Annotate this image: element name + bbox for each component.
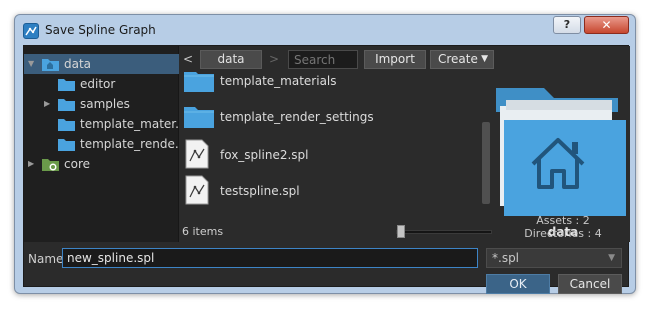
core-folder-icon <box>42 159 59 171</box>
file-name: testspline.spl <box>220 184 300 198</box>
create-button[interactable]: Create ▼ <box>430 50 494 69</box>
spline-file-icon <box>185 139 209 169</box>
window-title: Save Spline Graph <box>45 23 156 37</box>
tree-item-core[interactable]: ▶ core <box>24 154 179 174</box>
forward-button[interactable]: > <box>268 51 280 67</box>
tree-item-label: template_rende... <box>80 137 179 151</box>
file-type-select[interactable]: *.spl ▼ <box>486 248 622 268</box>
create-button-label: Create <box>438 52 478 66</box>
folder-icon <box>184 72 214 92</box>
folder-icon <box>58 119 75 131</box>
folder-preview-icon <box>496 88 626 216</box>
preview-assets-count: Assets : 2 <box>536 214 590 227</box>
folder-icon <box>58 139 75 151</box>
expand-arrow-icon[interactable]: ▶ <box>44 98 54 110</box>
name-label: Name <box>28 252 64 266</box>
dialog-body: ▼ data editor ▶ samples template_mater..… <box>23 45 630 294</box>
help-button[interactable]: ? <box>553 16 581 34</box>
save-spline-graph-dialog: Save Spline Graph ? ✕ ▼ data editor ▶ sa… <box>14 14 636 294</box>
tree-item-editor[interactable]: editor <box>24 74 179 94</box>
tree-item-label: editor <box>80 77 116 91</box>
zoom-slider[interactable] <box>396 230 492 234</box>
tree-item-template-render[interactable]: template_rende... <box>24 134 179 154</box>
ok-button[interactable]: OK <box>486 274 550 294</box>
app-icon <box>23 23 39 39</box>
spline-file-icon <box>185 175 209 205</box>
expand-arrow-icon[interactable]: ▶ <box>28 158 38 170</box>
list-item[interactable]: fox_spline2.spl <box>180 136 485 172</box>
tree-item-label: core <box>64 157 90 171</box>
directory-tree[interactable]: ▼ data editor ▶ samples template_mater..… <box>24 46 179 242</box>
import-button[interactable]: Import <box>364 50 426 69</box>
dropdown-arrow-icon: ▼ <box>608 253 615 263</box>
tree-item-template-materials[interactable]: template_mater... <box>24 114 179 134</box>
vertical-scrollbar[interactable] <box>482 122 490 204</box>
title-bar[interactable]: Save Spline Graph ? ✕ <box>15 15 635 45</box>
preview-directories-count: Directories : 4 <box>524 227 602 240</box>
tree-item-label: data <box>64 57 92 71</box>
file-type-value: *.spl <box>492 251 520 265</box>
folder-icon <box>58 79 75 91</box>
folder-icon <box>42 59 59 71</box>
tree-item-label: samples <box>80 97 130 111</box>
list-item[interactable]: template_render_settings <box>180 100 485 136</box>
search-input[interactable] <box>288 50 358 69</box>
file-list[interactable]: template_materials template_render_setti… <box>180 72 496 242</box>
back-button[interactable]: < <box>182 51 194 67</box>
list-item[interactable]: template_materials <box>180 72 485 100</box>
file-name: template_render_settings <box>220 110 374 124</box>
close-button[interactable]: ✕ <box>584 16 629 34</box>
tree-item-label: template_mater... <box>80 117 179 131</box>
file-name-input[interactable] <box>62 248 478 268</box>
browser-toolbar: < data > Import Create ▼ <box>180 46 630 72</box>
dropdown-arrow-icon: ▼ <box>481 54 488 64</box>
cancel-button[interactable]: Cancel <box>558 274 622 294</box>
item-count: 6 items <box>182 225 224 238</box>
file-name: template_materials <box>220 74 337 88</box>
file-name: fox_spline2.spl <box>220 148 309 162</box>
list-item[interactable]: testspline.spl <box>180 172 485 208</box>
folder-icon <box>184 107 214 128</box>
tree-item-samples[interactable]: ▶ samples <box>24 94 179 114</box>
zoom-slider-handle[interactable] <box>396 225 405 238</box>
breadcrumb[interactable]: data <box>200 50 262 69</box>
folder-icon <box>58 99 75 111</box>
expand-arrow-icon[interactable]: ▼ <box>28 58 38 70</box>
tree-item-data[interactable]: ▼ data <box>24 54 179 74</box>
status-bar: 6 items <box>180 222 496 242</box>
